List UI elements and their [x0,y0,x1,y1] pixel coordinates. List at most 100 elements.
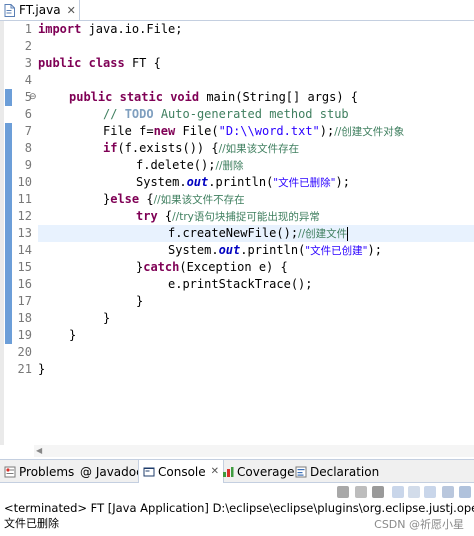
line-number: 12 [17,209,32,223]
code-text: e.printStackTrace(); [168,277,313,291]
tab-label: Console [158,464,206,479]
code-text: f.createNewFile(); [168,226,299,240]
code-text: } [136,294,144,308]
remove-all-terminated-icon[interactable] [372,486,384,498]
tab-declaration[interactable]: Declaration [295,460,379,483]
tab-coverage[interactable]: Coverage [222,460,295,483]
code-text: main(String[] args) { [199,90,359,104]
comment: //删除 [215,160,244,172]
code-text: File f= [103,124,154,138]
tab-label: Coverage [237,464,295,479]
keyword: static [119,90,163,104]
coverage-icon [222,466,234,478]
code-line-18: } [103,310,110,327]
line-number: 17 [17,294,32,308]
code-line-10: System.out.println("文件已删除"); [136,174,350,191]
keyword: catch [143,260,180,274]
line-number: 18 [17,311,32,325]
keyword: public [38,56,82,70]
code-line-6: // TODO Auto-generated method stub [103,106,349,123]
code-line-14: System.out.println("文件已创建"); [168,242,382,259]
code-text: } [38,362,46,376]
line-number: 1 [24,22,32,36]
code-text: File( [175,124,219,138]
tab-label: @ Javadoc [80,464,143,479]
close-icon[interactable]: ✕ [67,4,76,17]
line-number: 13 [17,226,32,240]
line-number: 3 [24,56,32,70]
keyword: if [103,141,118,155]
line-number: 11 [17,192,32,206]
scroll-lock-icon[interactable] [408,486,420,498]
horizontal-scrollbar[interactable]: ◀ [34,445,474,457]
code-text: System. [168,243,219,257]
line-number: 8 [24,141,32,155]
code-text: } [103,311,111,325]
code-line-5: public static void main(String[] args) { [69,89,358,106]
code-line-21: } [38,361,45,378]
scroll-left-arrow-icon[interactable]: ◀ [36,445,42,457]
string-literal: "D:\\word.txt" [218,124,320,138]
todo-tag: TODO [124,107,154,121]
static-field: out [218,243,241,257]
code-line-19: } [69,327,76,344]
problems-icon [4,466,16,478]
line-number: 4 [24,73,32,87]
text-caret [347,226,349,241]
static-field: out [186,175,209,189]
code-line-17: } [136,293,143,310]
comment: Auto-generated method stub [153,107,349,121]
remove-launch-icon[interactable] [355,486,367,498]
console-icon [143,466,155,478]
fold-collapse-icon[interactable]: ⊖ [29,89,37,106]
change-marker [5,123,12,344]
line-number: 6 [24,107,32,121]
code-text: System. [136,175,187,189]
code-line-12: try {//try语句块捕捉可能出现的异常 [136,208,320,225]
line-number: 7 [24,124,32,138]
tab-javadoc[interactable]: @ Javadoc [80,460,143,483]
line-number: 9 [24,158,32,172]
comment: //创建文件对象 [334,126,405,138]
code-text: ); [319,124,335,138]
string-literal: "文件已删除" [273,177,336,189]
code-text: f.delete(); [136,158,216,172]
editor-tab-ft-java[interactable]: FT.java ✕ [0,0,80,20]
editor-tab-bar: FT.java ✕ [0,0,474,21]
pin-console-icon[interactable] [442,486,454,498]
editor-tab-label: FT.java [19,3,61,17]
string-literal: "文件已创建" [305,245,368,257]
tab-problems[interactable]: Problems [4,460,74,483]
code-text: { [139,192,154,206]
word-wrap-icon[interactable] [424,486,436,498]
comment: //如果该文件不存在 [153,194,245,206]
code-line-13: f.createNewFile();//创建文件 [168,225,349,242]
code-text: ); [367,243,382,257]
clear-console-icon[interactable] [392,486,404,498]
terminate-icon[interactable] [337,486,349,498]
code-editor[interactable]: 1 2 3 4 5 6 7 8 9 10 11 12 13 14 15 16 1… [0,21,474,457]
console-output-line: 文件已删除 [4,517,59,530]
tab-console[interactable]: Console ✕ [138,460,225,483]
line-number: 21 [17,362,32,376]
code-line-7: File f=new File("D:\\word.txt");//创建文件对象 [103,123,404,140]
line-number: 2 [24,39,32,53]
code-text: ); [335,175,350,189]
tab-label: Declaration [310,464,380,479]
keyword: import [38,22,82,36]
bottom-panel: Problems @ Javadoc Console ✕ Coverage De… [0,459,474,536]
code-line-8: if(f.exists()) {//如果该文件存在 [103,140,299,157]
comment: //创建文件 [298,228,348,240]
change-marker [5,89,12,106]
tab-label: Problems [19,464,75,479]
code-line-1: import java.io.File; [38,21,183,38]
code-text-area[interactable]: import java.io.File; public class FT { p… [38,21,474,445]
code-text: FT { [124,56,161,70]
line-number: 20 [17,345,32,359]
panel-tab-bar: Problems @ Javadoc Console ✕ Coverage De… [0,459,474,483]
close-icon[interactable]: ✕ [211,466,219,477]
comment: //try语句块捕捉可能出现的异常 [172,211,320,223]
keyword: new [153,124,176,138]
console-process-header: <terminated> FT [Java Application] D:\ec… [4,501,474,515]
display-console-icon[interactable] [459,486,471,498]
